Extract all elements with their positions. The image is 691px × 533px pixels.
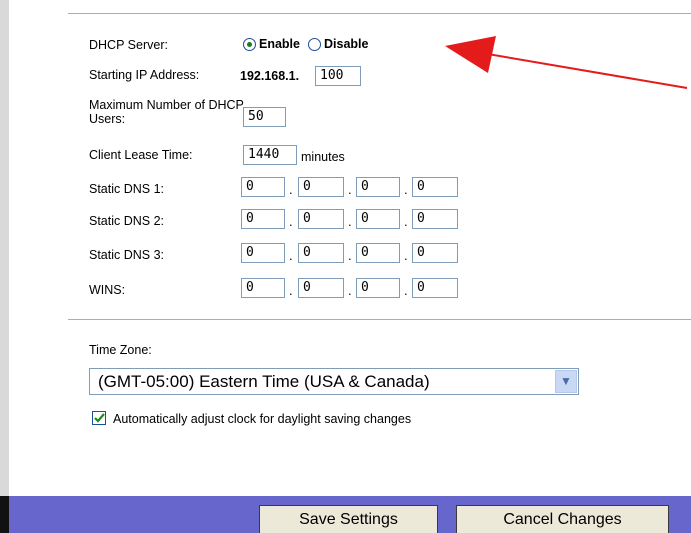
annotation-arrow-icon [445, 36, 688, 89]
